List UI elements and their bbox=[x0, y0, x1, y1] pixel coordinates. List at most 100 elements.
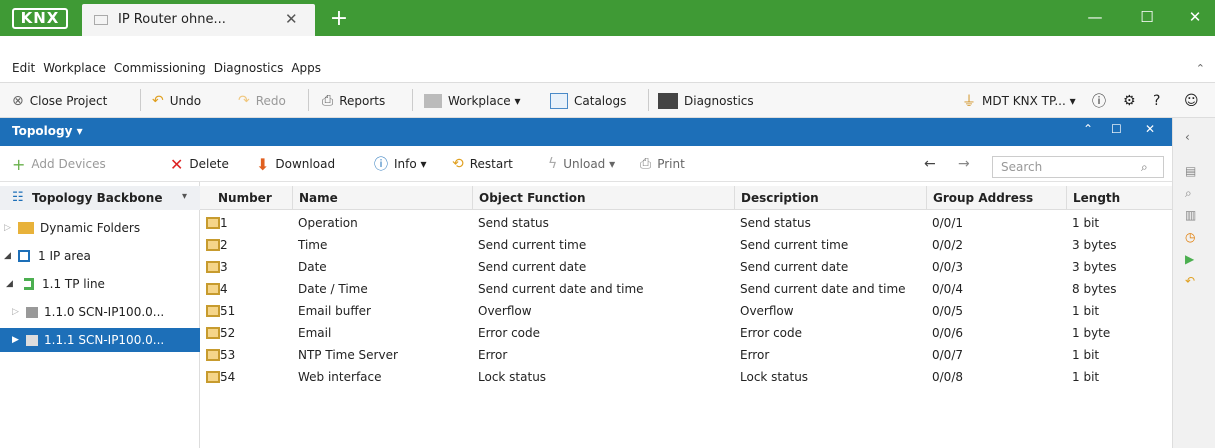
column-length[interactable]: Length bbox=[1066, 186, 1172, 210]
undo-button[interactable]: ↶ Undo bbox=[152, 91, 201, 111]
column-number[interactable]: Number bbox=[200, 186, 292, 210]
help-icon[interactable]: ? bbox=[1153, 91, 1160, 111]
properties-icon[interactable]: ▤ bbox=[1185, 164, 1201, 180]
restart-button[interactable]: ⟲ Restart bbox=[452, 154, 513, 174]
cell-name: Email bbox=[298, 326, 332, 340]
undo-history-icon[interactable]: ↶ bbox=[1185, 274, 1201, 290]
close-project-button[interactable]: ⊗ Close Project bbox=[12, 91, 107, 111]
project-tab-title: IP Router ohne... bbox=[118, 12, 226, 27]
cell-group-address: 0/0/2 bbox=[932, 238, 963, 252]
expand-icon[interactable]: ▷ bbox=[12, 300, 19, 324]
run-icon[interactable]: ▶ bbox=[1185, 252, 1201, 268]
table-row[interactable]: 54 Web interface Lock status Lock status 0/0… bbox=[200, 366, 1172, 388]
print-button[interactable]: ⎙ Print bbox=[640, 154, 685, 174]
workplace-button[interactable]: Workplace ▾ bbox=[424, 91, 521, 111]
unload-icon: ϟ bbox=[548, 156, 558, 172]
table-row[interactable]: 4 Date / Time Send current date and time Se… bbox=[200, 278, 1172, 300]
unload-button[interactable]: ϟ Unload ▾ bbox=[548, 154, 615, 174]
column-description[interactable]: Description bbox=[734, 186, 926, 210]
cell-length: 1 bit bbox=[1072, 348, 1100, 362]
tree-item-label: 1.1.0 SCN-IP100.0... bbox=[44, 305, 165, 319]
download-label: Download bbox=[275, 157, 336, 171]
tree-header[interactable]: ☷ Topology Backbone ▾ bbox=[0, 186, 200, 210]
bus-interface-icon: ⏚ bbox=[962, 94, 976, 110]
title-bar: KNX IP Router ohne... ✕ + — ☐ ✕ bbox=[0, 0, 1215, 36]
print-label: Print bbox=[657, 157, 685, 171]
cell-number: 2 bbox=[220, 238, 228, 252]
maximize-button[interactable]: ☐ bbox=[1133, 6, 1161, 30]
expand-icon[interactable]: ▷ bbox=[4, 216, 11, 240]
tree-item-device-1-1-1[interactable]: ▶ 1.1.1 SCN-IP100.0... bbox=[0, 328, 200, 352]
cell-object-function: Send status bbox=[478, 216, 549, 230]
cell-number: 52 bbox=[220, 326, 236, 340]
table-row[interactable]: 51 Email buffer Overflow Overflow 0/0/5 1 bit bbox=[200, 300, 1172, 322]
search-rail-icon[interactable]: ⌕ bbox=[1185, 186, 1201, 202]
cell-length: 1 bit bbox=[1072, 216, 1100, 230]
download-button[interactable]: ⬇ Download bbox=[256, 154, 335, 174]
info-circle-icon: ⓘ bbox=[374, 157, 388, 173]
column-name[interactable]: Name bbox=[292, 186, 472, 210]
folder-icon bbox=[18, 222, 34, 234]
info-label: Info ▾ bbox=[394, 157, 427, 171]
delete-button[interactable]: ✕ Delete bbox=[170, 154, 229, 174]
cell-number: 1 bbox=[220, 216, 228, 230]
knx-logo: KNX bbox=[12, 8, 68, 29]
info-button[interactable]: ⓘ Info ▾ bbox=[374, 154, 427, 174]
group-objects-table: Number Name Object Function Description … bbox=[200, 182, 1172, 448]
main-toolbar: ⊗ Close Project ↶ Undo ↷ Redo ⎙ Reports … bbox=[0, 82, 1215, 118]
history-icon[interactable]: ◷ bbox=[1185, 230, 1201, 246]
table-row[interactable]: 2 Time Send current time Send current time 0… bbox=[200, 234, 1172, 256]
add-devices-button[interactable]: + Add Devices bbox=[12, 154, 106, 174]
cell-object-function: Send current time bbox=[478, 238, 587, 252]
tree-item-device-1-1-0[interactable]: ▷ 1.1.0 SCN-IP100.0... bbox=[0, 300, 200, 324]
table-row[interactable]: 1 Operation Send status Send status 0/0/1 1 b… bbox=[200, 212, 1172, 234]
tree-dropdown-icon[interactable]: ▾ bbox=[182, 191, 187, 202]
tree-item-tp-line[interactable]: ◢ 1.1 TP line bbox=[0, 272, 200, 296]
redo-button[interactable]: ↷ Redo bbox=[238, 91, 286, 111]
diagnostics-button[interactable]: Diagnostics bbox=[658, 91, 754, 111]
area-icon bbox=[18, 250, 30, 262]
close-tab-icon[interactable]: ✕ bbox=[285, 10, 298, 28]
close-window-button[interactable]: ✕ bbox=[1181, 6, 1209, 30]
bus-interface-selector[interactable]: ⏚ MDT KNX TP... ▾ bbox=[962, 91, 1076, 111]
panel-close-icon[interactable]: ✕ bbox=[1145, 122, 1155, 136]
new-tab-button[interactable]: + bbox=[322, 4, 356, 36]
table-header: Number Name Object Function Description … bbox=[200, 186, 1172, 210]
line-icon bbox=[24, 278, 34, 290]
cell-description: Send current time bbox=[740, 238, 849, 252]
collapse-icon[interactable]: ◢ bbox=[6, 272, 13, 296]
table-row[interactable]: 52 Email Error code Error code 0/0/6 1 byte bbox=[200, 322, 1172, 344]
column-group-address[interactable]: Group Address bbox=[926, 186, 1066, 210]
tree-item-dynamic-folders[interactable]: ▷ Dynamic Folders bbox=[0, 216, 200, 240]
column-object-function[interactable]: Object Function bbox=[472, 186, 734, 210]
table-row[interactable]: 3 Date Send current date Send current date 0… bbox=[200, 256, 1172, 278]
search-input[interactable]: Search ⌕ bbox=[992, 156, 1164, 178]
table-row[interactable]: 53 NTP Time Server Error Error 0/0/7 1 bit bbox=[200, 344, 1172, 366]
account-icon[interactable]: ☺ bbox=[1184, 91, 1199, 111]
expand-icon[interactable]: ▶ bbox=[12, 328, 19, 352]
collapse-rail-icon[interactable]: ‹ bbox=[1185, 130, 1201, 146]
tree-item-label: 1 IP area bbox=[38, 249, 91, 263]
toolbar-separator bbox=[308, 89, 309, 111]
info-icon[interactable]: ⓘ bbox=[1092, 91, 1106, 111]
redo-label: Redo bbox=[255, 94, 286, 108]
tree-item-ip-area[interactable]: ◢ 1 IP area bbox=[0, 244, 200, 268]
minimize-button[interactable]: — bbox=[1081, 6, 1109, 30]
collapse-icon[interactable]: ◢ bbox=[4, 244, 11, 268]
panel-collapse-icon[interactable]: ⌃ bbox=[1083, 122, 1093, 136]
bus-interface-label: MDT KNX TP... ▾ bbox=[982, 94, 1076, 108]
panel-maximize-icon[interactable]: ☐ bbox=[1111, 122, 1122, 136]
collapse-ribbon-icon[interactable]: ⌃ bbox=[1196, 62, 1205, 75]
forward-arrow-icon[interactable]: → bbox=[958, 154, 970, 174]
undo-icon: ↶ bbox=[152, 93, 164, 109]
search-placeholder: Search bbox=[1001, 160, 1043, 174]
catalogs-button[interactable]: Catalogs bbox=[550, 91, 626, 111]
reports-button[interactable]: ⎙ Reports bbox=[322, 91, 385, 111]
settings-icon[interactable]: ⚙ bbox=[1123, 91, 1136, 111]
undo-label: Undo bbox=[169, 94, 202, 108]
panel-rail-icon[interactable]: ▥ bbox=[1185, 208, 1201, 224]
back-arrow-icon[interactable]: ← bbox=[924, 154, 936, 174]
panel-title[interactable]: Topology ▾ bbox=[12, 124, 83, 138]
project-tab[interactable]: IP Router ohne... ✕ bbox=[82, 4, 315, 36]
topology-panel-header: Topology ▾ ⌃ ☐ ✕ bbox=[0, 118, 1172, 146]
